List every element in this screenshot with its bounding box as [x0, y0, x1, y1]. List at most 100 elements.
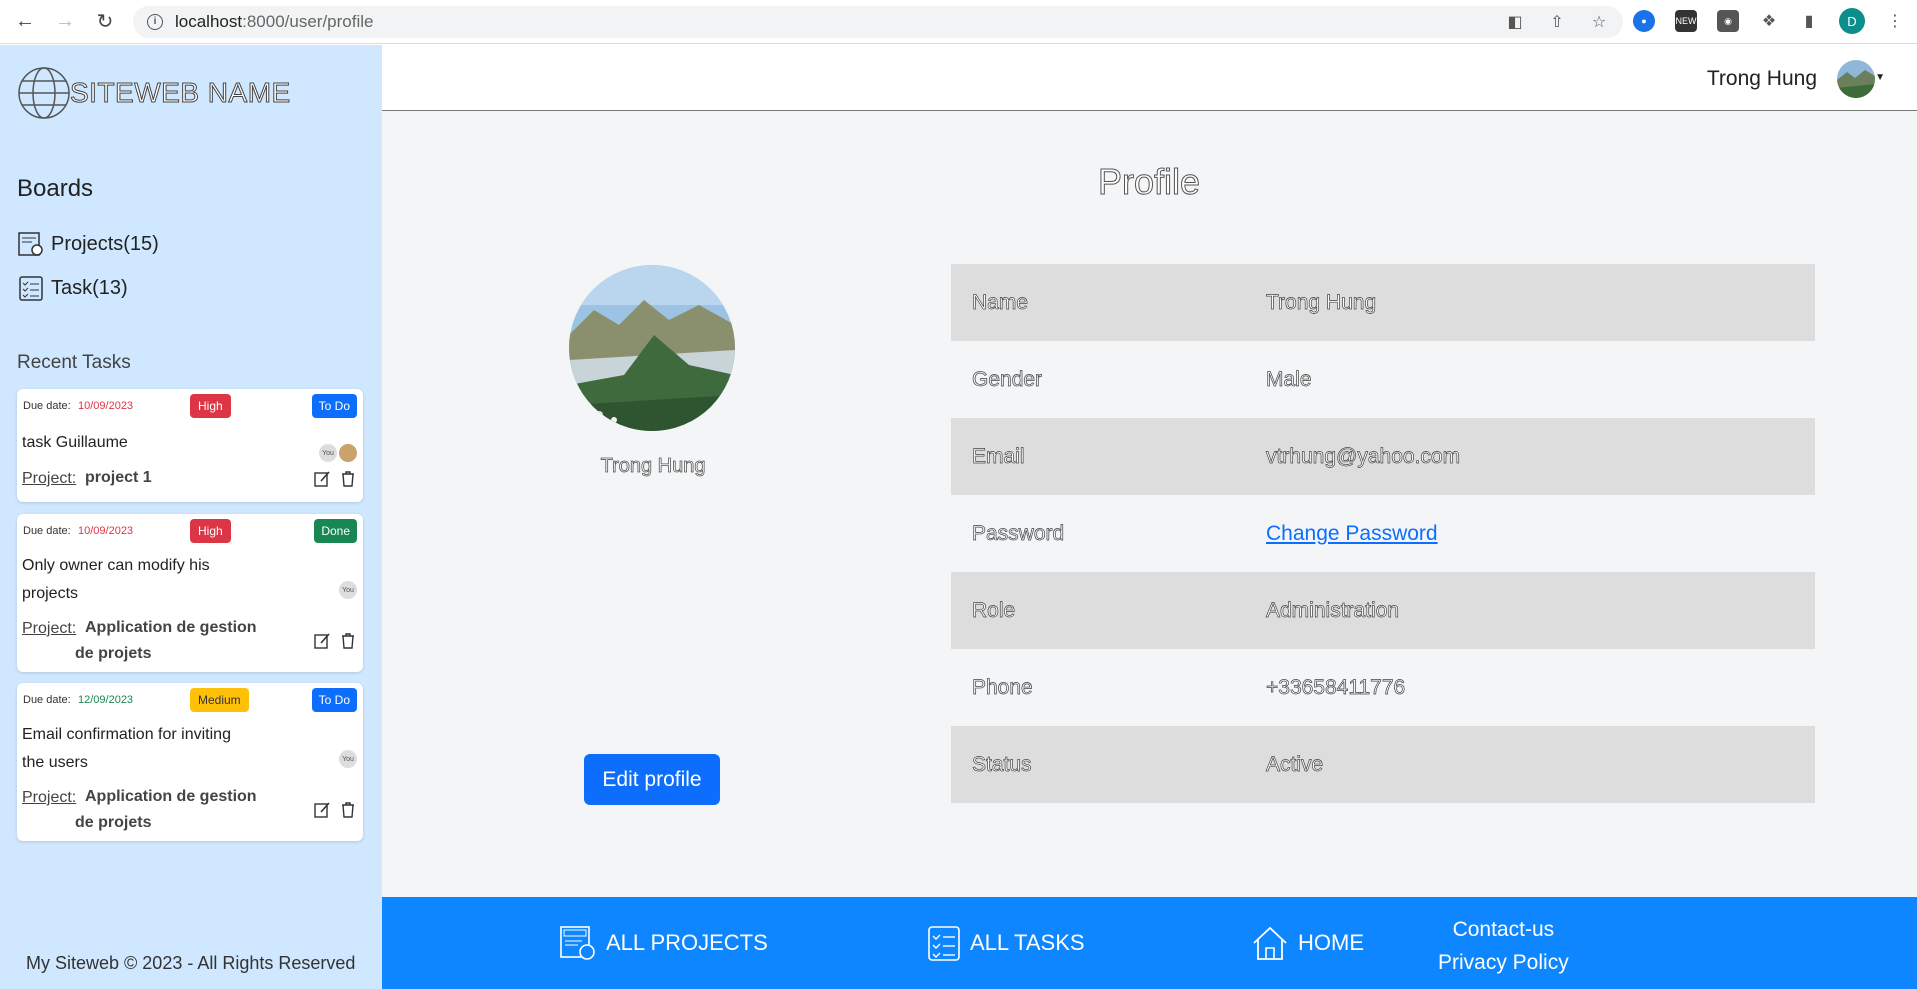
extension-globe-icon[interactable]: ● [1633, 10, 1655, 32]
side-panel-icon[interactable]: ▮ [1799, 11, 1819, 31]
project-name[interactable]: Application de gestion de projets [75, 615, 275, 667]
footer: ALL PROJECTS ALL TASKS HOME Contact-us P… [382, 897, 1917, 989]
task-card[interactable]: Due date: 12/09/2023 Medium To Do Email … [17, 683, 363, 841]
field-value: Administration [1266, 598, 1400, 622]
field-label: Name [972, 290, 1029, 314]
task-title[interactable]: task Guillaume [22, 429, 242, 457]
project-name[interactable]: project 1 [85, 465, 285, 491]
field-value: +33658411776 [1266, 675, 1406, 699]
task-card[interactable]: Due date: 10/09/2023 High Done Only owne… [17, 514, 363, 672]
sidebar-item-tasks[interactable]: Task(13) [17, 274, 128, 302]
top-navbar: Trong Hung ▼ [382, 45, 1917, 111]
table-row: Gender Male [951, 341, 1815, 418]
logo-text: SITEWEB NAME [70, 77, 291, 109]
table-row: Name Trong Hung [951, 264, 1815, 341]
field-label: Role [972, 598, 1016, 622]
status-badge: Done [314, 519, 357, 543]
due-date-value: 10/09/2023 [78, 525, 134, 537]
address-bar[interactable]: i localhost:8000/user/profile ◧ ⇧ ☆ [133, 6, 1623, 38]
boards-heading: Boards [17, 175, 94, 202]
footer-link-all-projects[interactable]: ALL PROJECTS [558, 923, 768, 963]
bookmark-star-icon[interactable]: ☆ [1589, 12, 1609, 32]
edit-profile-button[interactable]: Edit profile [584, 754, 720, 805]
avatar [339, 444, 357, 462]
projects-icon [18, 232, 43, 256]
task-list-icon [19, 276, 43, 301]
site-info-icon[interactable]: i [147, 14, 163, 30]
sidebar-item-label: Task(13) [51, 276, 128, 299]
avatar: You [319, 444, 337, 462]
task-card[interactable]: Due date: 10/09/2023 High To Do task Gui… [17, 389, 363, 502]
priority-badge: Medium [190, 688, 249, 712]
footer-link-all-tasks[interactable]: ALL TASKS [926, 923, 1085, 963]
edit-icon[interactable] [313, 801, 331, 819]
avatar: You [339, 750, 357, 768]
sidebar-item-projects[interactable]: Projects(15) [17, 230, 159, 258]
share-icon[interactable]: ⇧ [1547, 12, 1567, 32]
change-password-link[interactable]: Change Password [1266, 522, 1438, 546]
main-content: Trong Hung ▼ Profile Trong Hung Edit pro… [382, 45, 1917, 989]
extension-icon[interactable]: ◉ [1717, 10, 1739, 32]
extension-new-icon[interactable]: NEW [1675, 10, 1697, 32]
extensions-puzzle-icon[interactable]: ❖ [1759, 11, 1779, 31]
sidebar-item-label: Projects(15) [51, 232, 159, 255]
footer-secondary-links: Contact-us Privacy Policy [1438, 913, 1569, 979]
trash-icon[interactable] [339, 470, 357, 488]
globe-icon [18, 67, 70, 119]
url-text[interactable]: localhost:8000/user/profile [175, 12, 373, 32]
page-title: Profile [1097, 161, 1201, 203]
edit-icon[interactable] [313, 632, 331, 650]
browser-profile-avatar[interactable]: D [1839, 8, 1865, 34]
copyright-text: My Siteweb © 2023 - All Rights Reserved [26, 953, 356, 973]
due-date-value: 12/09/2023 [78, 694, 134, 706]
translate-icon[interactable]: ◧ [1505, 12, 1525, 32]
status-badge: To Do [311, 688, 357, 712]
dropdown-caret-icon[interactable]: ▼ [1875, 72, 1885, 83]
project-label: Project: [22, 470, 77, 487]
avatar: You [339, 581, 357, 599]
due-date-label: Due date: [23, 694, 71, 706]
footer-link-label: ALL TASKS [970, 930, 1085, 955]
table-row: Role Administration [951, 572, 1815, 649]
trash-icon[interactable] [339, 632, 357, 650]
field-label: Email [972, 444, 1025, 468]
task-title[interactable]: Only owner can modify his projects [22, 552, 242, 608]
project-name[interactable]: Application de gestion de projets [75, 784, 275, 836]
profile-info-table: Name Trong Hung Gender Male Email vtrhun… [951, 264, 1815, 803]
status-badge: To Do [311, 394, 357, 418]
table-row: Status Active [951, 726, 1815, 803]
profile-avatar [569, 265, 735, 431]
footer-link-label: HOME [1298, 930, 1364, 955]
sidebar: SITEWEB NAME Boards Projects(15) Task(13… [0, 45, 382, 989]
avatar[interactable] [1837, 60, 1875, 98]
home-icon [1253, 926, 1287, 960]
profile-display-name: Trong Hung [600, 455, 706, 478]
header-user-name[interactable]: Trong Hung [1707, 67, 1817, 91]
reload-icon[interactable]: ↻ [90, 7, 120, 37]
field-label: Phone [972, 675, 1033, 699]
back-icon[interactable]: ← [10, 7, 40, 37]
field-label: Password [972, 521, 1065, 545]
priority-badge: High [190, 519, 231, 543]
due-date-value: 10/09/2023 [78, 400, 134, 412]
browser-menu-icon[interactable]: ⋮ [1885, 11, 1905, 31]
landscape-avatar-image [1837, 60, 1875, 98]
contact-us-link[interactable]: Contact-us [1438, 913, 1569, 946]
projects-icon [560, 926, 595, 960]
due-date-label: Due date: [23, 525, 71, 537]
due-date-label: Due date: [23, 400, 71, 412]
table-row: Email vtrhung@yahoo.com [951, 418, 1815, 495]
field-label: Gender [972, 367, 1043, 391]
task-list-icon [928, 926, 960, 961]
forward-icon[interactable]: → [50, 7, 80, 37]
priority-badge: High [190, 394, 231, 418]
field-value: Trong Hung [1266, 290, 1377, 314]
privacy-policy-link[interactable]: Privacy Policy [1438, 946, 1569, 979]
trash-icon[interactable] [339, 801, 357, 819]
edit-icon[interactable] [313, 470, 331, 488]
table-row: Phone +33658411776 [951, 649, 1815, 726]
project-label: Project: [22, 789, 77, 806]
site-logo[interactable]: SITEWEB NAME [16, 65, 291, 121]
task-title[interactable]: Email confirmation for inviting the user… [22, 721, 242, 777]
footer-link-home[interactable]: HOME [1250, 923, 1364, 963]
